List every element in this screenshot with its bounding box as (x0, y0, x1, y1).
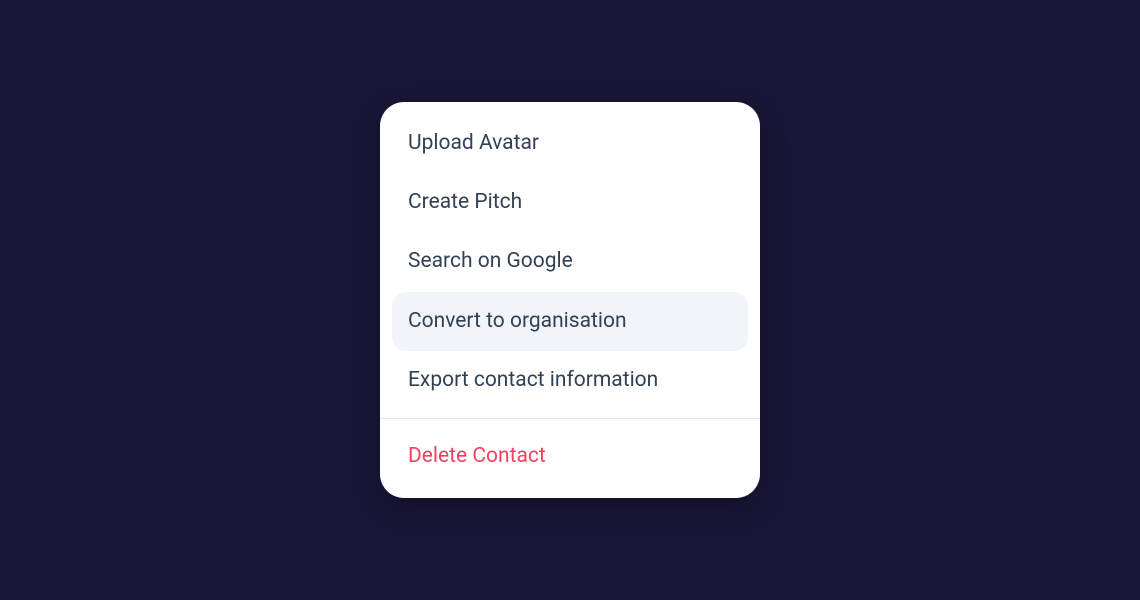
context-menu: Upload Avatar Create Pitch Search on Goo… (380, 102, 760, 499)
menu-item-convert-organisation[interactable]: Convert to organisation (392, 292, 748, 351)
menu-divider (380, 418, 760, 419)
menu-item-search-google[interactable]: Search on Google (392, 232, 748, 291)
menu-item-delete-contact[interactable]: Delete Contact (392, 427, 748, 486)
menu-item-upload-avatar[interactable]: Upload Avatar (392, 114, 748, 173)
menu-section-danger: Delete Contact (380, 427, 760, 486)
menu-item-create-pitch[interactable]: Create Pitch (392, 173, 748, 232)
menu-section-primary: Upload Avatar Create Pitch Search on Goo… (380, 114, 760, 410)
menu-item-export-contact[interactable]: Export contact information (392, 351, 748, 410)
